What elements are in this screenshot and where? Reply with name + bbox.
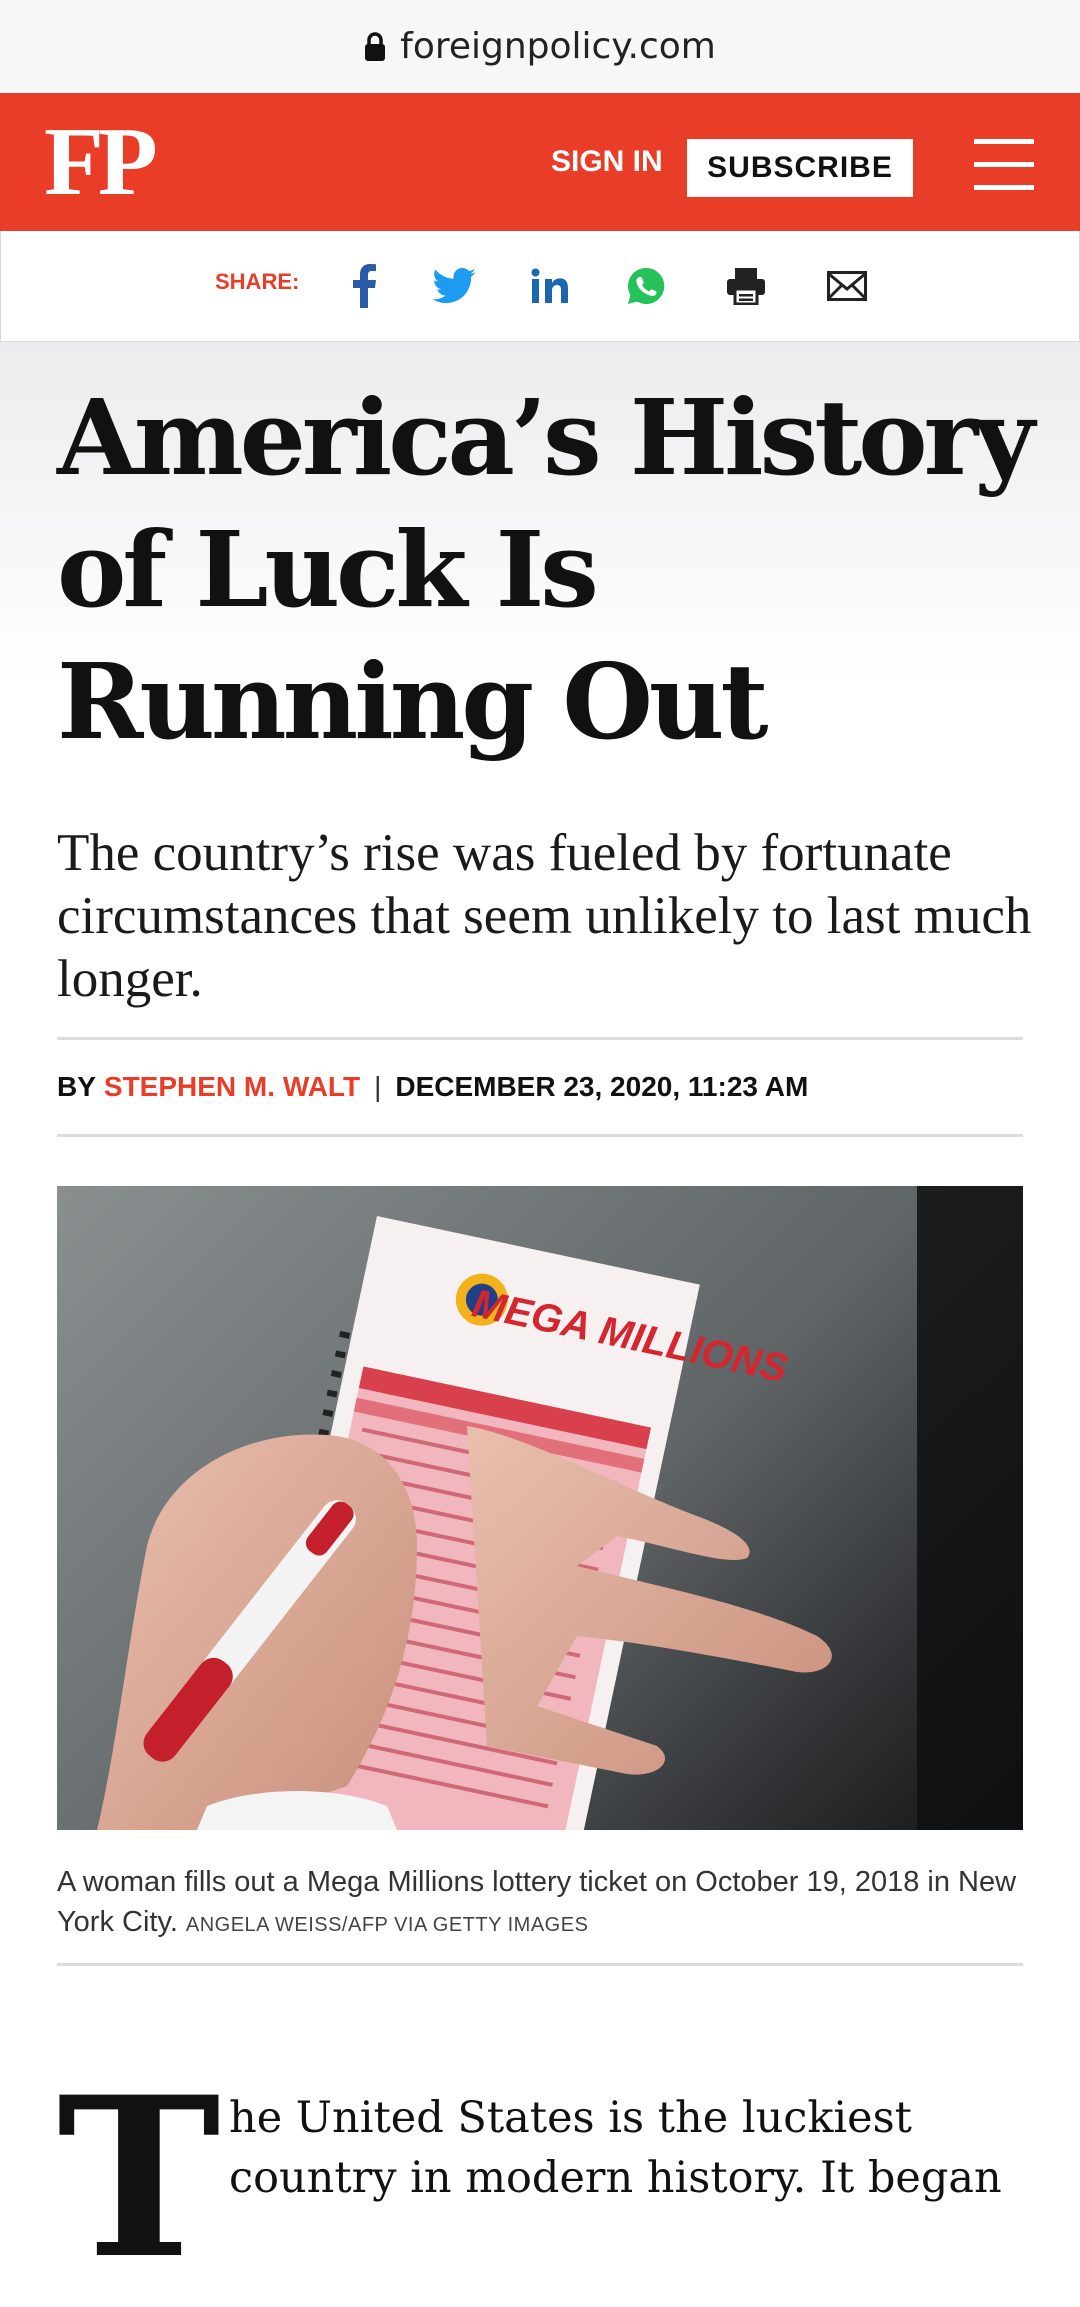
url-text: foreignpolicy.com <box>400 26 716 67</box>
site-header: FP SIGN IN SUBSCRIBE <box>0 93 1080 231</box>
article-photo: MEGA MILLIONS <box>57 1186 1023 1830</box>
drop-cap: T <box>57 2048 221 2307</box>
lottery-ticket-illustration: MEGA MILLIONS <box>97 1186 1023 1830</box>
facebook-icon[interactable] <box>339 261 389 311</box>
article-body-text: he United States is the luckiest country… <box>229 2093 1002 2203</box>
article-headline: America’s History of Luck Is Running Out <box>57 376 1035 763</box>
share-bar: SHARE: <box>0 231 1080 342</box>
hamburger-menu-icon[interactable] <box>974 139 1034 191</box>
photo-credit: ANGELA WEISS/AFP VIA GETTY IMAGES <box>185 1914 589 1936</box>
divider <box>57 1134 1023 1137</box>
linkedin-icon[interactable] <box>525 261 575 311</box>
byline-prefix: BY <box>57 1071 96 1102</box>
publish-date: DECEMBER 23, 2020, 11:23 AM <box>395 1071 809 1102</box>
article-dek: The country’s rise was fueled by fortuna… <box>57 824 1032 1008</box>
lock-icon <box>364 31 386 62</box>
whatsapp-icon[interactable] <box>621 261 671 311</box>
author-link[interactable]: STEPHEN M. WALT <box>104 1071 360 1103</box>
print-icon[interactable] <box>721 261 771 311</box>
divider <box>57 1963 1023 1966</box>
photo-caption: A woman fills out a Mega Millions lotter… <box>57 1862 1023 1945</box>
share-label: SHARE: <box>215 269 300 294</box>
byline-separator: | <box>374 1071 382 1102</box>
browser-url-bar[interactable]: foreignpolicy.com <box>0 0 1080 93</box>
byline: BY STEPHEN M. WALT | DECEMBER 23, 2020, … <box>57 1064 808 1110</box>
divider <box>57 1037 1023 1040</box>
twitter-icon[interactable] <box>429 261 479 311</box>
email-icon[interactable] <box>822 261 872 311</box>
fp-logo[interactable]: FP <box>44 103 158 221</box>
sign-in-link[interactable]: SIGN IN <box>551 93 663 231</box>
subscribe-button[interactable]: SUBSCRIBE <box>687 139 913 197</box>
